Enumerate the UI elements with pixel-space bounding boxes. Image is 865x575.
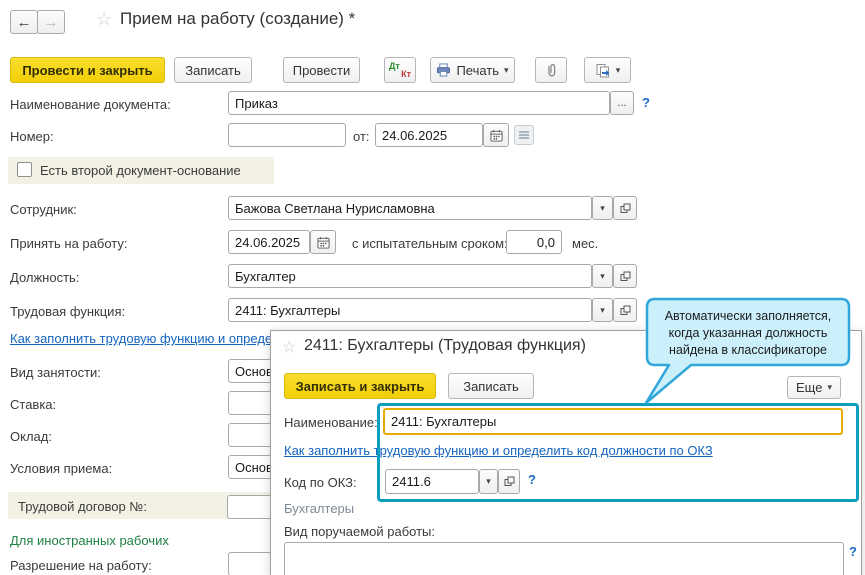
salary-label: Оклад:	[10, 429, 52, 444]
employee-open-button[interactable]	[613, 196, 637, 220]
doc-name-more-button[interactable]: ...	[610, 91, 634, 115]
foreign-section-label: Для иностранных рабочих	[10, 533, 169, 548]
app-window: ← → ☆ Прием на работу (создание) * Прове…	[0, 0, 865, 575]
ellipsis-icon: ...	[617, 97, 626, 109]
work-kind-label: Вид поручаемой работы:	[284, 524, 435, 539]
attachments-button[interactable]	[535, 57, 567, 83]
doc-register-button[interactable]	[514, 125, 534, 145]
help-icon[interactable]: ?	[528, 472, 536, 487]
copy-icon	[595, 63, 611, 78]
dtkt-button[interactable]: Дт Кт	[384, 57, 416, 83]
tooltip-text: Автоматически заполняется, когда указанн…	[651, 308, 845, 359]
dialog-save-close-button[interactable]: Записать и закрыть	[284, 373, 436, 399]
work-permit-label: Разрешение на работу:	[10, 558, 152, 573]
doc-name-label: Наименование документа:	[10, 97, 171, 112]
forward-button[interactable]: →	[37, 10, 65, 34]
print-button[interactable]: Печать ▾	[430, 57, 515, 83]
probation-label: с испытательным сроком:	[352, 236, 508, 251]
employment-type-label: Вид занятости:	[10, 365, 101, 380]
rate-label: Ставка:	[10, 397, 56, 412]
dtkt-icon: Дт Кт	[385, 58, 415, 82]
dropdown-icon: ▾	[504, 66, 509, 75]
open-icon	[620, 305, 631, 316]
back-icon: ←	[17, 14, 32, 31]
date-from-label: от:	[353, 129, 370, 144]
contract-label: Трудовой договор №:	[18, 499, 147, 514]
paperclip-icon	[545, 62, 558, 78]
post-and-close-button[interactable]: Провести и закрыть	[10, 57, 165, 83]
back-button[interactable]: ←	[10, 10, 38, 34]
employee-label: Сотрудник:	[10, 202, 77, 217]
position-open-button[interactable]	[613, 264, 637, 288]
dialog-name-field[interactable]	[383, 408, 843, 435]
employee-field[interactable]	[228, 196, 592, 220]
save-button[interactable]: Записать	[174, 57, 252, 83]
open-icon	[620, 203, 631, 214]
okz-code-label: Код по ОКЗ:	[284, 475, 357, 490]
employee-dropdown-button[interactable]: ▾	[592, 196, 613, 220]
help-icon[interactable]: ?	[849, 544, 857, 559]
help-icon[interactable]: ?	[642, 95, 650, 110]
hire-date-label: Принять на работу:	[10, 236, 127, 251]
number-field[interactable]	[228, 123, 346, 147]
terms-label: Условия приема:	[10, 461, 112, 476]
create-based-on-button[interactable]: ▾	[584, 57, 631, 83]
okz-code-field[interactable]	[385, 469, 479, 494]
open-icon	[620, 271, 631, 282]
labor-function-label: Трудовая функция:	[10, 304, 125, 319]
autofill-tooltip: Автоматически заполняется, когда указанн…	[643, 296, 858, 408]
number-label: Номер:	[10, 129, 54, 144]
position-dropdown-button[interactable]: ▾	[592, 264, 613, 288]
doc-name-field[interactable]	[228, 91, 610, 115]
page-title: Прием на работу (создание) *	[120, 9, 355, 29]
printer-icon	[436, 63, 451, 77]
dropdown-icon: ▾	[616, 66, 621, 75]
dialog-how-to-fill-link[interactable]: Как заполнить трудовую функцию и определ…	[284, 443, 713, 458]
calendar-icon	[490, 129, 503, 142]
hire-date-field[interactable]	[228, 230, 310, 254]
work-kind-textarea[interactable]	[284, 542, 844, 575]
chevron-down-icon: ▾	[600, 204, 605, 213]
probation-unit-label: мес.	[572, 236, 598, 251]
dialog-name-label: Наименование:	[284, 415, 378, 430]
okz-open-button[interactable]	[498, 469, 520, 494]
favorite-star-icon[interactable]: ☆	[282, 337, 296, 357]
print-label: Печать	[456, 63, 499, 78]
labor-function-field[interactable]	[228, 298, 592, 322]
chevron-down-icon: ▾	[486, 477, 491, 486]
open-icon	[504, 476, 515, 487]
chevron-down-icon: ▾	[600, 306, 605, 315]
second-doc-checkbox[interactable]	[17, 162, 32, 177]
okz-dropdown-button[interactable]: ▾	[479, 469, 498, 494]
second-doc-label: Есть второй документ-основание	[40, 163, 241, 178]
hire-date-calendar-button[interactable]	[310, 230, 336, 254]
classifier-description: Бухгалтеры	[284, 501, 354, 516]
labor-function-dropdown-button[interactable]: ▾	[592, 298, 613, 322]
favorite-star-icon[interactable]: ☆	[96, 9, 112, 30]
calendar-icon	[317, 236, 330, 249]
list-icon	[518, 130, 530, 140]
probation-field[interactable]	[506, 230, 562, 254]
dialog-save-button[interactable]: Записать	[448, 373, 534, 399]
post-button[interactable]: Провести	[283, 57, 360, 83]
dialog-title: 2411: Бухгалтеры (Трудовая функция)	[304, 337, 586, 355]
forward-icon: →	[44, 14, 59, 31]
doc-date-calendar-button[interactable]	[483, 123, 509, 147]
chevron-down-icon: ▾	[600, 272, 605, 281]
doc-date-field[interactable]	[375, 123, 483, 147]
labor-function-open-button[interactable]	[613, 298, 637, 322]
position-label: Должность:	[10, 270, 79, 285]
position-field[interactable]	[228, 264, 592, 288]
